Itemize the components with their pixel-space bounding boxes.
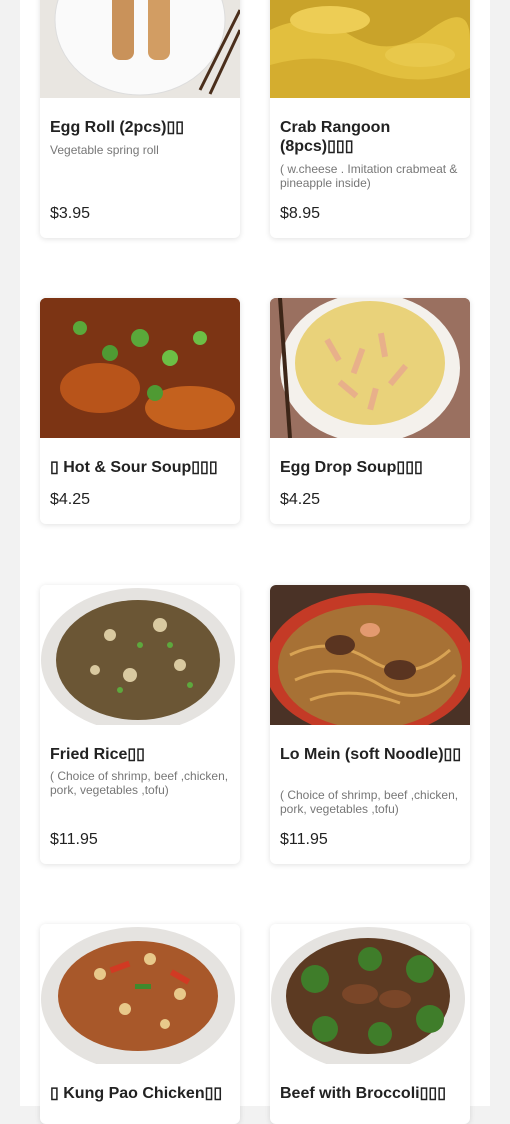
- egg-roll-photo: [40, 0, 240, 98]
- lo-mein-photo: [270, 585, 470, 725]
- item-price: $4.25: [50, 491, 91, 508]
- item-name: ▯ Kung Pao Chicken▯▯: [50, 1085, 223, 1102]
- item-name: Egg Roll (2pcs)▯▯: [50, 119, 185, 136]
- menu-item-lo-mein[interactable]: Lo Mein (soft Noodle)▯▯ ( Choice of shri…: [270, 585, 470, 864]
- fried-rice-photo: [40, 585, 240, 725]
- item-name: Lo Mein (soft Noodle)▯▯: [280, 746, 462, 763]
- menu-item-kung-pao-chicken[interactable]: ▯ Kung Pao Chicken▯▯: [40, 924, 240, 1124]
- item-price: $11.95: [280, 831, 328, 848]
- menu-item-crab-rangoon[interactable]: Crab Rangoon (8pcs)▯▯▯ ( w.cheese . Imit…: [270, 0, 470, 238]
- crab-rangoon-photo: [270, 0, 470, 98]
- menu-item-fried-rice[interactable]: Fried Rice▯▯ ( Choice of shrimp, beef ,c…: [40, 585, 240, 864]
- item-description: Vegetable spring roll: [50, 143, 159, 157]
- egg-drop-soup-photo: [270, 298, 470, 438]
- item-price: $11.95: [50, 831, 98, 848]
- item-name: Fried Rice▯▯: [50, 746, 145, 763]
- item-price: $4.25: [280, 491, 321, 508]
- hot-sour-soup-photo: [40, 298, 240, 438]
- item-price: $8.95: [280, 205, 321, 222]
- menu-item-beef-broccoli[interactable]: Beef with Broccoli▯▯▯: [270, 924, 470, 1124]
- item-description: ( Choice of shrimp, beef ,chicken, pork,…: [50, 769, 229, 797]
- item-description: ( w.cheese . Imitation crabmeat & pineap…: [280, 162, 458, 190]
- item-name: ▯ Hot & Sour Soup▯▯▯: [50, 459, 218, 476]
- item-name: Egg Drop Soup▯▯▯: [280, 459, 423, 476]
- menu-item-egg-roll[interactable]: Egg Roll (2pcs)▯▯ Vegetable spring roll …: [40, 0, 240, 238]
- kung-pao-chicken-photo: [40, 924, 240, 1064]
- item-name: Crab Rangoon (8pcs)▯▯▯: [280, 119, 391, 155]
- item-name: Beef with Broccoli▯▯▯: [280, 1085, 446, 1102]
- item-price: $3.95: [50, 205, 91, 222]
- beef-broccoli-photo: [270, 924, 470, 1064]
- item-description: ( Choice of shrimp, beef ,chicken, pork,…: [280, 788, 459, 816]
- menu-item-hot-sour-soup[interactable]: ▯ Hot & Sour Soup▯▯▯ $4.25: [40, 298, 240, 524]
- menu-item-egg-drop-soup[interactable]: Egg Drop Soup▯▯▯ $4.25: [270, 298, 470, 524]
